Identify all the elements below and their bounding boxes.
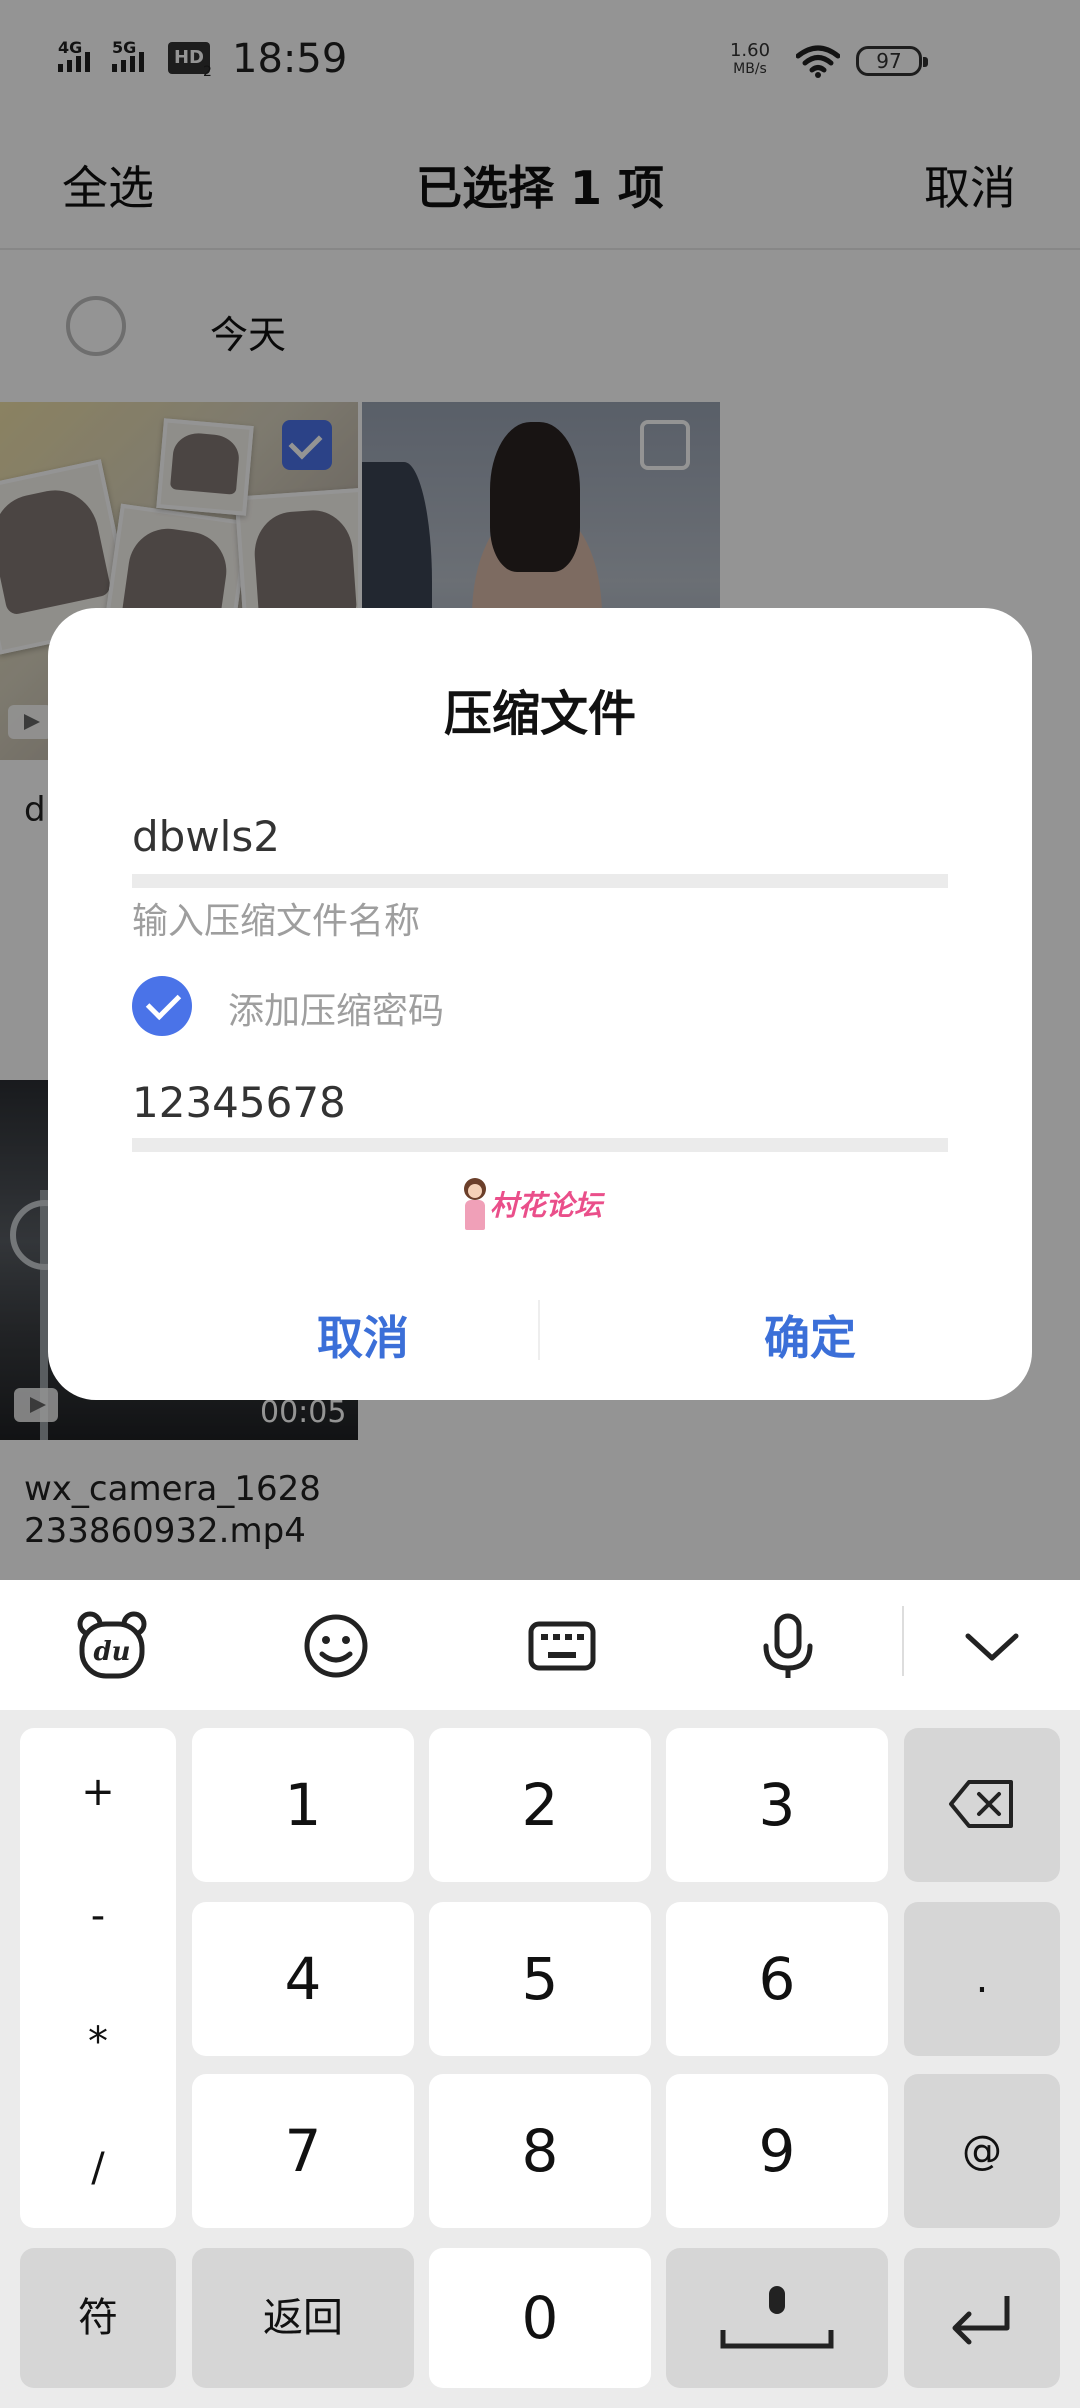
- dialog-title: 压缩文件: [443, 686, 636, 742]
- watermark-text: 村花论坛: [490, 1189, 603, 1222]
- key-9[interactable]: 9: [666, 2074, 888, 2228]
- at-key[interactable]: @: [904, 2074, 1060, 2228]
- key-4[interactable]: 4: [192, 1902, 414, 2056]
- space-mic-icon: [720, 2286, 834, 2349]
- filename-input[interactable]: dbwls2: [132, 812, 280, 861]
- svg-text:du: du: [93, 1637, 130, 1667]
- toolbar-separator: [902, 1606, 904, 1676]
- key-0[interactable]: 0: [429, 2248, 651, 2388]
- minus-key-label[interactable]: -: [20, 1896, 176, 1936]
- key-5[interactable]: 5: [429, 1902, 651, 2056]
- space-key[interactable]: [666, 2248, 888, 2388]
- filename-input-underline: [132, 874, 948, 888]
- symbols-key[interactable]: 符: [20, 2248, 176, 2388]
- key-2[interactable]: 2: [429, 1728, 651, 1882]
- key-6[interactable]: 6: [666, 1902, 888, 2056]
- compress-file-dialog: 压缩文件 dbwls2 输入压缩文件名称 添加压缩密码 12345678 村花论…: [48, 608, 1032, 1400]
- emoji-icon[interactable]: [300, 1610, 372, 1682]
- symbol-column-key[interactable]: + - * /: [20, 1728, 176, 2228]
- back-key[interactable]: 返回: [192, 2248, 414, 2388]
- plus-key-label[interactable]: +: [20, 1772, 176, 1812]
- keyboard-toolbar: du: [0, 1580, 1080, 1710]
- password-input[interactable]: 12345678: [132, 1078, 346, 1127]
- backspace-icon: [949, 1780, 1013, 1828]
- du-logo-icon[interactable]: du: [76, 1610, 148, 1682]
- slash-key-label[interactable]: /: [20, 2148, 176, 2188]
- asterisk-key-label[interactable]: *: [20, 2022, 176, 2062]
- filename-hint: 输入压缩文件名称: [132, 901, 421, 942]
- enter-icon: [952, 2296, 1010, 2345]
- backspace-key[interactable]: [904, 1728, 1060, 1882]
- dialog-confirm-button[interactable]: 确定: [660, 1302, 960, 1368]
- key-3[interactable]: 3: [666, 1728, 888, 1882]
- key-8[interactable]: 8: [429, 2074, 651, 2228]
- microphone-icon[interactable]: [752, 1610, 824, 1682]
- add-password-checkbox[interactable]: [132, 976, 192, 1036]
- dialog-cancel-button[interactable]: 取消: [213, 1302, 513, 1368]
- add-password-label[interactable]: 添加压缩密码: [228, 982, 444, 1034]
- watermark-girl-icon: [460, 1178, 490, 1234]
- key-1[interactable]: 1: [192, 1728, 414, 1882]
- password-input-underline: [132, 1138, 948, 1152]
- chevron-down-icon[interactable]: [956, 1610, 1028, 1682]
- keyboard-icon[interactable]: [526, 1610, 598, 1682]
- dot-key[interactable]: .: [904, 1902, 1060, 2056]
- enter-key[interactable]: [904, 2248, 1060, 2388]
- key-7[interactable]: 7: [192, 2074, 414, 2228]
- button-divider: [538, 1300, 540, 1360]
- numeric-keyboard: + - * / 1 2 3 4 5 6 7 8 9 . @ 符 返回 0: [0, 1710, 1080, 2408]
